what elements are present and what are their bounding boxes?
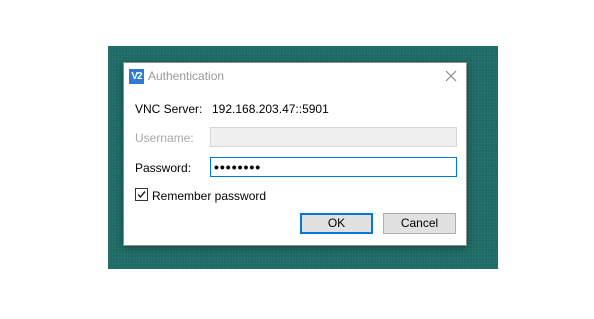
remember-password-label[interactable]: Remember password [152, 189, 266, 203]
authentication-dialog: V2 Authentication VNC Server: 192.168.20… [123, 62, 467, 246]
close-icon [445, 70, 457, 82]
checkmark-icon [137, 191, 146, 199]
close-button[interactable] [440, 65, 462, 87]
cancel-button[interactable]: Cancel [383, 213, 456, 234]
password-field[interactable]: •••••••• [210, 157, 457, 177]
ok-button[interactable]: OK [300, 213, 373, 234]
server-label: VNC Server: [135, 102, 203, 116]
password-label: Password: [135, 161, 192, 175]
vnc-viewer-logo-icon: V2 [129, 69, 144, 84]
title-bar[interactable]: V2 Authentication [124, 63, 466, 89]
window-title: Authentication [148, 69, 225, 83]
username-label: Username: [135, 131, 194, 145]
server-address: 192.168.203.47::5901 [212, 102, 329, 116]
remember-password-checkbox[interactable] [135, 188, 148, 201]
username-field[interactable] [210, 127, 457, 147]
